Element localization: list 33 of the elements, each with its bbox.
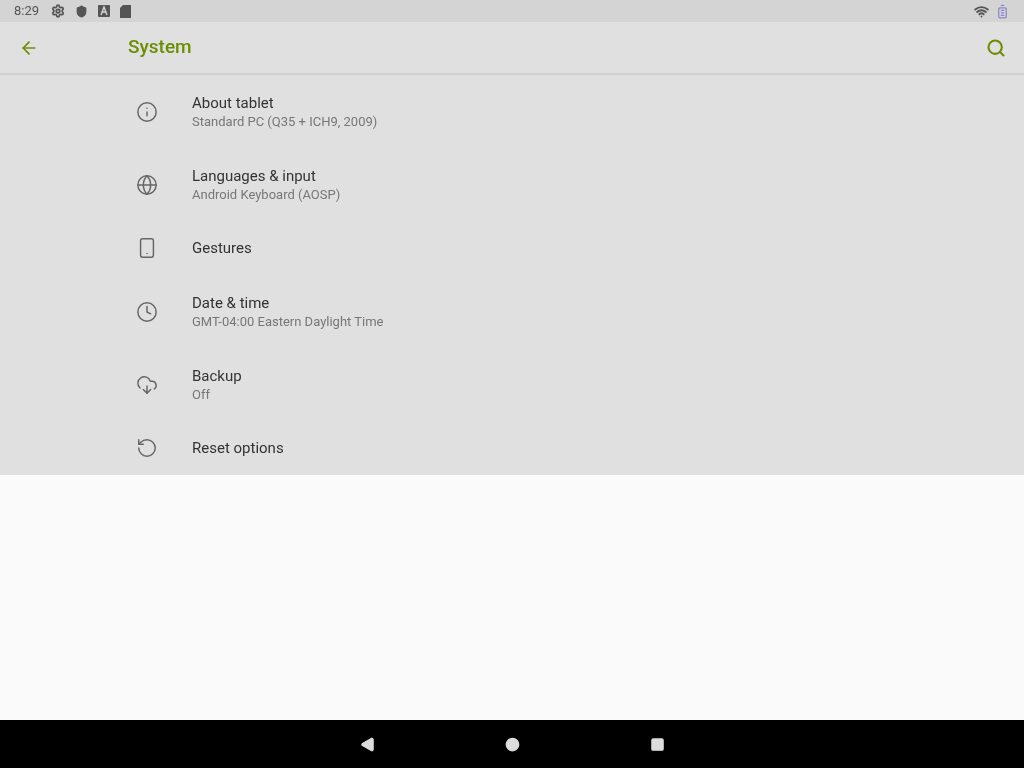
item-title: Date & time: [192, 292, 271, 313]
settings-item[interactable]: Date & time GMT-04:00 Eastern Daylight Time: [0, 275, 1024, 348]
info-icon: [136, 100, 158, 123]
shield-icon: [75, 4, 89, 18]
page-title: System: [128, 34, 192, 61]
battery-icon: [995, 3, 1010, 19]
reset-icon: [136, 437, 158, 459]
settings-item[interactable]: Gestures: [0, 221, 1024, 275]
sd-card-icon: [120, 4, 132, 18]
settings-icon: [51, 4, 66, 18]
wifi-icon: [974, 3, 989, 19]
item-title: About tablet: [192, 92, 275, 113]
back-nav-button[interactable]: [359, 736, 375, 752]
letter-a-icon: [98, 5, 111, 17]
search-icon: [986, 37, 1006, 58]
recents-nav-button[interactable]: [649, 736, 665, 752]
item-summary: Off: [192, 385, 211, 404]
item-title: Languages & input: [192, 165, 317, 186]
cloud-download-icon: [136, 373, 158, 396]
item-title: Gestures: [192, 238, 252, 258]
settings-item[interactable]: About tablet Standard PC (Q35 + ICH9, 2009): [0, 75, 1024, 148]
settings-item[interactable]: Backup Off: [0, 348, 1024, 421]
item-title: Backup: [192, 365, 242, 386]
status-time: 8:29: [14, 2, 40, 21]
settings-item[interactable]: Languages & input Android Keyboard (AOSP): [0, 148, 1024, 221]
item-summary: GMT-04:00 Eastern Daylight Time: [192, 312, 384, 331]
clock-icon: [136, 300, 158, 323]
item-title: Reset options: [192, 438, 284, 458]
home-nav-button[interactable]: [504, 736, 520, 752]
settings-item[interactable]: Reset options: [0, 421, 1024, 475]
item-summary: Android Keyboard (AOSP): [192, 185, 341, 204]
globe-icon: [136, 173, 158, 196]
item-summary: Standard PC (Q35 + ICH9, 2009): [192, 112, 378, 131]
